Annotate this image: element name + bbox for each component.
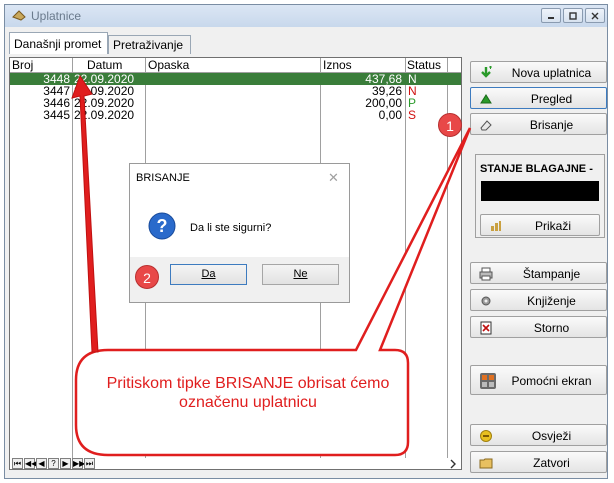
step-2-badge: 2 (135, 265, 159, 289)
step-1-badge: 1 (438, 113, 462, 137)
annotation-arrow (71, 74, 99, 353)
callout-text: Pritiskom tipke BRISANJE obrisat ćemo oz… (106, 375, 390, 411)
